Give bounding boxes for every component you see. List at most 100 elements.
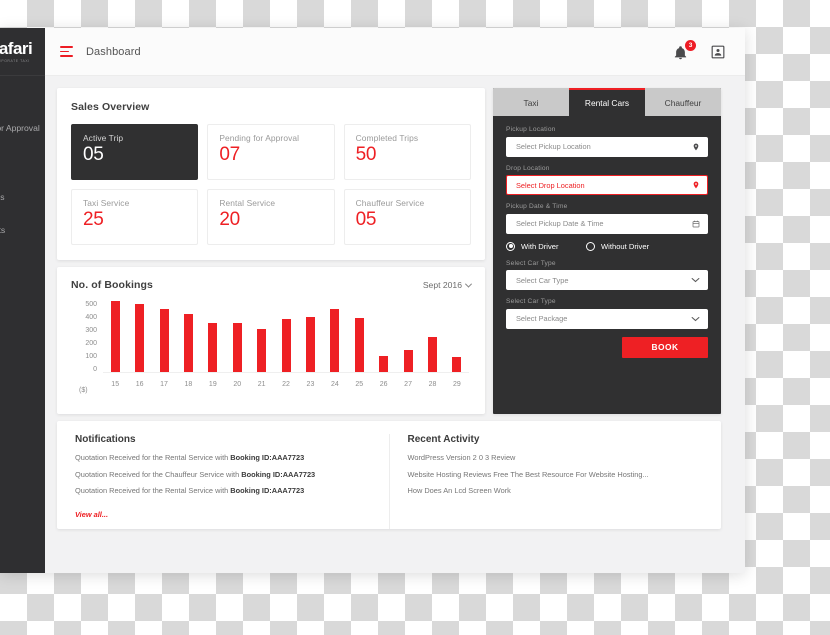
select-label: Select Car Type <box>506 298 556 305</box>
stat-card-value: 50 <box>355 144 377 165</box>
radio-with-driver[interactable]: With Driver <box>506 241 586 251</box>
recent-activity-title: Recent Activity <box>407 434 480 445</box>
driver-option-group: With Driver Without Driver <box>506 241 708 251</box>
hamburger-menu-icon[interactable] <box>60 46 73 57</box>
field-label: Drop Location <box>506 164 550 172</box>
chevron-down-icon <box>691 316 700 321</box>
notification-item[interactable]: Quotation Received for the Rental Servic… <box>75 487 371 495</box>
chart-bar <box>427 337 437 372</box>
notifications-button[interactable]: 3 <box>673 39 696 63</box>
chart-bar-column <box>323 301 347 372</box>
stat-card-value: 05 <box>355 209 377 230</box>
tab-chauffeur[interactable]: Chauffeur <box>645 88 721 116</box>
activity-item[interactable]: WordPress Version 2 0 3 Review <box>408 453 704 462</box>
radio-without-driver[interactable]: Without Driver <box>586 241 650 251</box>
x-axis-tick: 29 <box>452 381 461 388</box>
stat-card[interactable]: Completed Trips 50 <box>343 124 471 180</box>
chart-bar <box>330 308 340 372</box>
stat-card-value: 25 <box>83 209 104 230</box>
notification-item[interactable]: Quotation Received for the Chauffeur Ser… <box>75 469 371 479</box>
tab-rental-cars[interactable]: Rental Cars <box>569 88 645 116</box>
x-axis-tick: 20 <box>233 381 242 388</box>
activity-item[interactable]: Website Hosting Reviews Free The Best Re… <box>408 470 704 479</box>
recent-activity-section: Recent Activity WordPress Version 2 0 3 … <box>390 434 722 529</box>
x-axis-tick: 26 <box>379 381 388 388</box>
stat-card-label: Completed Trips <box>355 133 419 143</box>
field-pickup-date-time[interactable]: Select Pickup Date & Time <box>506 213 708 234</box>
page-title: Dashboard <box>86 45 141 58</box>
stat-card[interactable]: Taxi Service 25 <box>71 189 199 245</box>
stat-card-label: Pending for Approval <box>219 133 300 143</box>
book-button[interactable]: BOOK <box>622 336 708 358</box>
x-axis-tick: 28 <box>428 381 437 388</box>
chart-bar <box>257 328 267 372</box>
chart-y-axis: 500 400 300 200 100 0 <box>71 301 97 373</box>
chart-period-selector[interactable]: Sept 2016 <box>423 280 473 290</box>
sidebar-item-pending-approval[interactable]: Pending for Approval <box>0 112 45 145</box>
select-package[interactable]: Select Package <box>506 308 708 329</box>
notification-booking-id: Booking ID:AAA7723 <box>241 469 316 479</box>
chart-bar <box>281 318 291 372</box>
chart-bar-column <box>298 301 322 372</box>
select-value: Select Car Type <box>516 275 569 285</box>
chart-bar-column <box>176 301 200 372</box>
notifications-title: Notifications <box>75 434 136 445</box>
x-axis-tick: 27 <box>404 381 412 388</box>
chart-bar-column <box>103 301 127 372</box>
field-value: Select Pickup Date & Time <box>516 219 604 228</box>
top-bar: Dashboard 3 <box>45 28 745 76</box>
field-value: Select Drop Location <box>516 180 585 190</box>
notification-text: Quotation Received for the Chauffeur Ser… <box>75 469 242 479</box>
chart-bar-column <box>152 301 176 372</box>
hamburger-line <box>60 46 73 49</box>
stat-card-value: 05 <box>83 144 104 165</box>
sidebar: Safari CORPORATE TAXI Pending for Approv… <box>0 28 45 573</box>
stat-card[interactable]: Rental Service 20 <box>207 189 335 245</box>
stat-card-label: Active Trip <box>83 133 124 143</box>
notification-badge-count: 3 <box>685 39 696 51</box>
chart-title: No. of Bookings <box>71 279 153 291</box>
field-drop-location[interactable]: Select Drop Location <box>506 175 708 195</box>
chart-bars <box>103 301 469 373</box>
notifications-list: Quotation Received for the Rental Servic… <box>75 453 371 495</box>
stat-card[interactable]: Pending for Approval 07 <box>207 124 335 180</box>
bottom-panel: Notifications Quotation Received for the… <box>57 421 721 529</box>
x-axis-tick: 25 <box>355 381 364 388</box>
chart-bar <box>135 304 145 372</box>
app-logo[interactable]: Safari CORPORATE TAXI <box>0 28 45 76</box>
chart-bar <box>208 323 218 372</box>
field-pickup-location[interactable]: Select Pickup Location <box>506 136 708 157</box>
user-account-icon[interactable] <box>711 45 725 59</box>
map-pin-icon <box>693 181 699 189</box>
activity-item[interactable]: How Does An Lcd Screen Work <box>408 487 704 495</box>
chart-bar-column <box>445 301 469 372</box>
y-axis-tick: 100 <box>85 353 97 360</box>
main-content: Sales Overview Active Trip 05 Pending for … <box>45 76 745 573</box>
stat-card[interactable]: Chauffeur Service 05 <box>343 189 471 245</box>
y-axis-tick: 300 <box>85 327 97 334</box>
notification-text: Quotation Received for the Rental Servic… <box>75 486 231 496</box>
chart-bar-column <box>201 301 225 372</box>
radio-label: Without Driver <box>601 241 650 251</box>
sidebar-item-departments[interactable]: Departments <box>0 214 45 247</box>
chart-bar-column <box>347 301 371 372</box>
select-car-type[interactable]: Select Car Type <box>506 270 708 290</box>
view-all-link[interactable]: View all... <box>75 510 108 519</box>
sidebar-item-employees[interactable]: Employees <box>0 181 45 214</box>
stat-card[interactable]: Active Trip 05 <box>71 124 199 180</box>
stat-card-grid: Active Trip 05 Pending for Approval 07 Compl… <box>71 124 471 245</box>
tab-taxi[interactable]: Taxi <box>493 88 569 116</box>
x-axis-tick: 15 <box>111 381 120 388</box>
hamburger-line <box>60 50 69 53</box>
recent-activity-list: WordPress Version 2 0 3 Review Website Ho… <box>408 453 704 495</box>
x-axis-tick: 24 <box>330 381 339 388</box>
x-axis-tick: 19 <box>208 381 217 388</box>
chart-bar-column <box>396 301 420 372</box>
chevron-down-icon <box>691 277 700 283</box>
app-window: Safari CORPORATE TAXI Pending for Approv… <box>0 28 745 573</box>
field-label: Pickup Date & Time <box>506 203 568 210</box>
map-pin-icon <box>693 143 699 150</box>
notification-item[interactable]: Quotation Received for the Rental Servic… <box>75 453 371 462</box>
select-label: Select Car Type <box>506 259 556 267</box>
chart-bar-column <box>225 301 249 372</box>
